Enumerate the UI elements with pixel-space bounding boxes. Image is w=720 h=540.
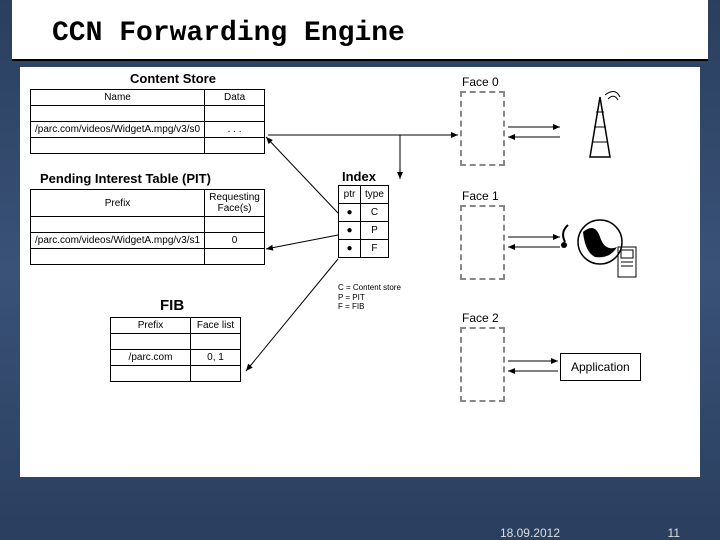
content-store-title: Content Store bbox=[130, 71, 216, 86]
content-store-table: Name Data /parc.com/videos/WidgetA.mpg/v… bbox=[30, 89, 265, 154]
pit-row2-prefix: /parc.com/videos/WidgetA.mpg/v3/s1 bbox=[31, 233, 205, 249]
diagram: Content Store Name Data /parc.com/videos… bbox=[20, 67, 700, 477]
fib-table: Prefix Face list /parc.com 0, 1 bbox=[110, 317, 241, 382]
fib-row2-prefix: /parc.com bbox=[111, 350, 191, 366]
fib-col-face: Face list bbox=[191, 318, 241, 334]
index-title: Index bbox=[342, 169, 376, 184]
face1-label: Face 1 bbox=[462, 189, 499, 203]
face2-label: Face 2 bbox=[462, 311, 499, 325]
idx-col-type: type bbox=[361, 186, 389, 204]
cs-row1-name: /parc.com/videos/WidgetA.mpg/v3/s0 bbox=[31, 122, 205, 138]
radio-tower-icon bbox=[590, 91, 620, 157]
index-table: ptr type ●C ●P ●F bbox=[338, 185, 389, 258]
pit-col-prefix: Prefix bbox=[31, 190, 205, 217]
pit-col-face: Requesting Face(s) bbox=[205, 190, 265, 217]
face1-box bbox=[460, 205, 505, 280]
legend-p: P = PIT bbox=[338, 293, 401, 303]
idx-r1-ptr: ● bbox=[339, 204, 361, 222]
fib-row2-face: 0, 1 bbox=[191, 350, 241, 366]
slide-title: CCN Forwarding Engine bbox=[12, 0, 708, 61]
application-box: Application bbox=[560, 353, 641, 381]
footer-date: 18.09.2012 bbox=[500, 526, 560, 540]
cs-row1-data: . . . bbox=[205, 122, 265, 138]
idx-col-ptr: ptr bbox=[339, 186, 361, 204]
pit-table: Prefix Requesting Face(s) /parc.com/vide… bbox=[30, 189, 265, 265]
idx-r1-type: C bbox=[361, 204, 389, 222]
idx-r2-type: P bbox=[361, 222, 389, 240]
idx-r3-ptr: ● bbox=[339, 240, 361, 258]
pit-title: Pending Interest Table (PIT) bbox=[40, 171, 211, 186]
fib-title: FIB bbox=[160, 297, 184, 314]
footer-page: 11 bbox=[668, 526, 680, 540]
pit-row2-face: 0 bbox=[205, 233, 265, 249]
idx-r2-ptr: ● bbox=[339, 222, 361, 240]
face2-box bbox=[460, 327, 505, 402]
face0-box bbox=[460, 91, 505, 166]
fib-col-prefix: Prefix bbox=[111, 318, 191, 334]
cs-col-name: Name bbox=[31, 90, 205, 106]
idx-r3-type: F bbox=[361, 240, 389, 258]
computer-icon bbox=[618, 247, 636, 277]
index-legend: C = Content store P = PIT F = FIB bbox=[338, 283, 401, 312]
face0-label: Face 0 bbox=[462, 75, 499, 89]
globe-icon bbox=[578, 220, 622, 264]
legend-f: F = FIB bbox=[338, 302, 401, 312]
legend-c: C = Content store bbox=[338, 283, 401, 293]
cs-col-data: Data bbox=[205, 90, 265, 106]
